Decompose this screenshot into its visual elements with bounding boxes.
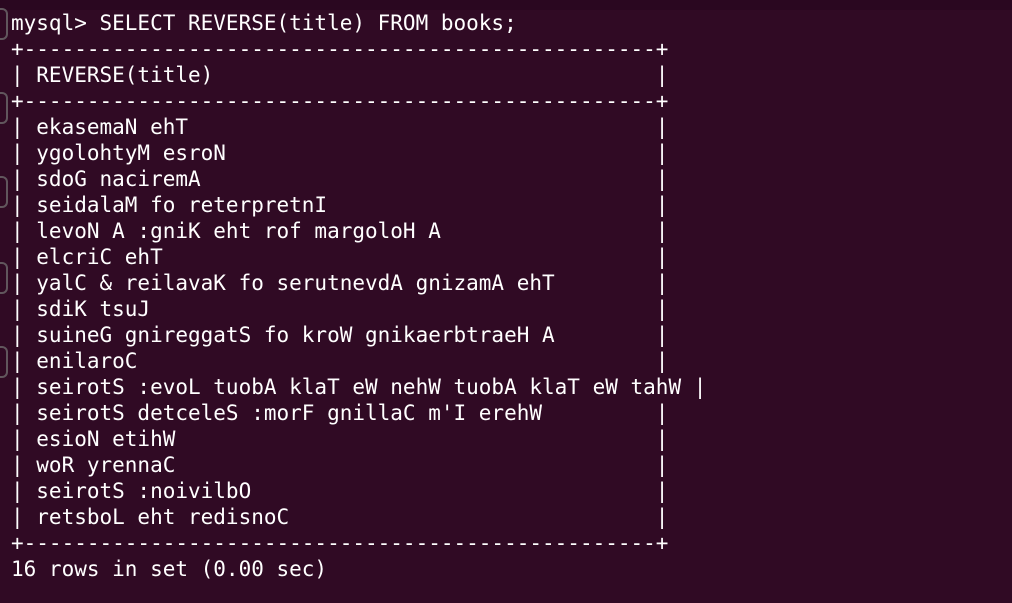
result-summary: 16 rows in set (0.00 sec) xyxy=(11,557,328,581)
terminal-output: mysql> SELECT REVERSE(title) FROM books;… xyxy=(11,10,1011,582)
table-separator-mid: +---------------------------------------… xyxy=(11,89,669,113)
terminal-window[interactable]: mysql> SELECT REVERSE(title) FROM books;… xyxy=(0,0,1012,603)
table-row: | suineG gnireggatS fo kroW gnikaerbtrae… xyxy=(11,323,669,347)
table-row: | sdiK tsuJ | xyxy=(11,297,669,321)
table-row: | ygolohtyM esroN | xyxy=(11,141,669,165)
table-row: | esioN etihW | xyxy=(11,427,669,451)
table-separator-bottom: +---------------------------------------… xyxy=(11,531,669,555)
table-header: | REVERSE(title) | xyxy=(11,63,669,87)
terminal-top-edge xyxy=(0,0,1012,10)
table-row: | woR yrennaC | xyxy=(11,453,669,477)
table-row: | sdoG naciremA | xyxy=(11,167,669,191)
table-row: | levoN A :gniK eht rof margoloH A | xyxy=(11,219,669,243)
table-row: | seirotS detceleS :morF gnillaC m'I ere… xyxy=(11,401,669,425)
table-row: | seirotS :noivilbO | xyxy=(11,479,669,503)
table-row: | enilaroC | xyxy=(11,349,669,373)
desktop-edge-icon xyxy=(0,8,8,40)
table-row: | yalC & reilavaK fo serutnevdA gnizamA … xyxy=(11,271,669,295)
command-line: mysql> SELECT REVERSE(title) FROM books; xyxy=(11,11,517,35)
desktop-edge-icon xyxy=(0,176,8,208)
desktop-edge-icon xyxy=(0,262,8,294)
table-separator-top: +---------------------------------------… xyxy=(11,37,669,61)
desktop-edge-icon xyxy=(0,92,8,124)
table-row: | seidalaM fo reterpretnI | xyxy=(11,193,669,217)
table-row: | seirotS :evoL tuobA klaT eW nehW tuobA… xyxy=(11,375,707,399)
table-row: | elcriC ehT | xyxy=(11,245,669,269)
table-row: | ekasemaN ehT | xyxy=(11,115,669,139)
table-row: | retsboL eht redisnoC | xyxy=(11,505,669,529)
desktop-edge-icon xyxy=(0,346,8,378)
